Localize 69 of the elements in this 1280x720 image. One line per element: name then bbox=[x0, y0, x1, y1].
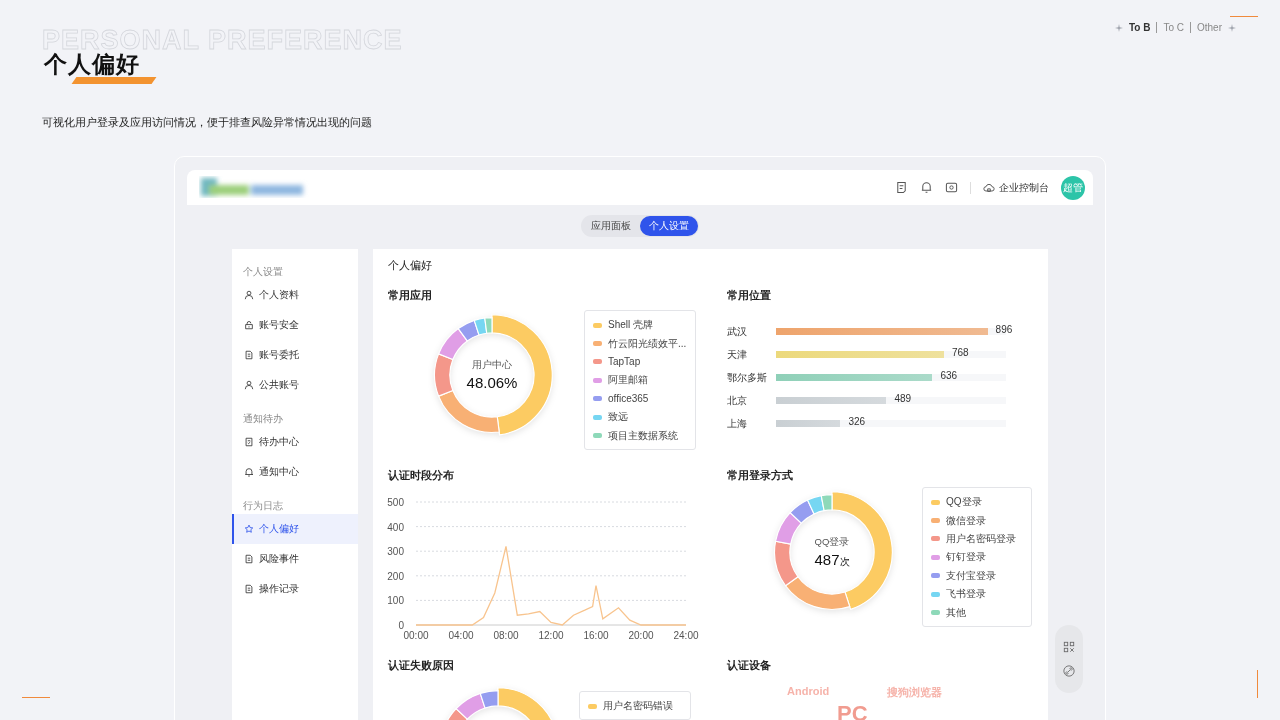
y-tick-label: 500 bbox=[387, 497, 404, 508]
section-title: 认证失败原因 bbox=[388, 659, 455, 673]
donut-center-label: 用户中心 bbox=[472, 359, 512, 372]
donut-center-label: QQ登录 bbox=[814, 535, 850, 549]
city-label: 上海 bbox=[727, 416, 748, 431]
bar-value: 636 bbox=[940, 370, 958, 381]
legend-label: 阿里邮箱 bbox=[608, 373, 648, 388]
y-tick-label: 300 bbox=[387, 546, 404, 558]
word-cloud-term: 搜狗浏览器 bbox=[887, 685, 942, 700]
page-subtitle: 可视化用户登录及应用访问情况，便于排查风险异常情况出现的问题 bbox=[42, 115, 373, 130]
legend-label: 支付宝登录 bbox=[946, 568, 996, 583]
audience-tab[interactable]: To B bbox=[1128, 22, 1151, 33]
section-title: 常用应用 bbox=[388, 289, 433, 303]
sidebar-item[interactable]: 公共账号 bbox=[232, 370, 358, 400]
tab[interactable]: 应用面板 bbox=[582, 216, 640, 236]
sidebar-item[interactable]: 风险事件 bbox=[232, 544, 358, 574]
page-title: 个人偏好 bbox=[44, 53, 140, 76]
donut-center-value: 48.06% bbox=[466, 374, 518, 391]
sidebar-item[interactable]: 操作记录 bbox=[232, 574, 358, 604]
city-label: 北京 bbox=[727, 393, 748, 408]
sidebar-item[interactable]: 账号委托 bbox=[232, 340, 358, 370]
legend-label: 飞书登录 bbox=[946, 587, 986, 602]
legend-label: office365 bbox=[608, 393, 649, 405]
legend-label: 微信登录 bbox=[946, 513, 986, 528]
donut-center-value: 487次 bbox=[814, 550, 850, 569]
sidebar-group-label: 个人设置 bbox=[242, 265, 284, 279]
sidebar-group-label: 通知待办 bbox=[242, 412, 284, 426]
y-tick-label: 100 bbox=[387, 595, 404, 607]
x-tick-label: 08:00 bbox=[493, 630, 519, 641]
y-tick-label: 200 bbox=[387, 570, 404, 582]
section-title: 认证设备 bbox=[727, 659, 772, 673]
x-tick-label: 04:00 bbox=[448, 630, 474, 641]
x-tick-label: 00:00 bbox=[403, 630, 429, 641]
x-tick-label: 20:00 bbox=[628, 630, 654, 641]
legend-label: Shell 壳牌 bbox=[608, 318, 653, 333]
city-label: 天津 bbox=[727, 347, 748, 362]
legend-label: 致远 bbox=[608, 410, 628, 425]
legend-label: 用户名密码登录 bbox=[946, 531, 1016, 546]
legend-label: 项目主数据系统 bbox=[608, 428, 678, 443]
legend-label: 竹云阳光绩效平... bbox=[608, 336, 687, 351]
sidebar-item[interactable]: 个人资料 bbox=[232, 280, 358, 310]
legend-label: 其他 bbox=[946, 605, 966, 620]
legend-label: 用户名密码错误 bbox=[603, 699, 673, 714]
sidebar-item[interactable]: 通知中心 bbox=[232, 457, 358, 487]
x-tick-label: 12:00 bbox=[538, 630, 564, 641]
sidebar-item[interactable]: 待办中心 bbox=[232, 427, 358, 457]
sidebar-item[interactable]: 账号安全 bbox=[232, 310, 358, 340]
sidebar-group-label: 行为日志 bbox=[242, 499, 284, 513]
y-tick-label: 400 bbox=[387, 521, 404, 533]
bar-value: 326 bbox=[848, 416, 866, 427]
legend-label: TapTap bbox=[608, 356, 641, 368]
section-title: 常用登录方式 bbox=[727, 469, 794, 483]
bar-value: 489 bbox=[894, 393, 912, 404]
sidebar-item[interactable]: 个人偏好 bbox=[232, 514, 358, 544]
section-title: 认证时段分布 bbox=[388, 469, 455, 483]
console-button[interactable]: 企业控制台 bbox=[983, 180, 1049, 195]
tab[interactable]: 个人设置 bbox=[640, 216, 698, 236]
x-tick-label: 24:00 bbox=[673, 630, 699, 641]
city-label: 武汉 bbox=[727, 324, 748, 339]
section-title: 常用位置 bbox=[727, 289, 772, 303]
legend-label: 钉钉登录 bbox=[946, 550, 986, 565]
x-tick-label: 16:00 bbox=[583, 630, 609, 641]
bar-value: 768 bbox=[951, 347, 969, 358]
city-label: 鄂尔多斯 bbox=[727, 370, 768, 385]
bar-value: 896 bbox=[995, 324, 1013, 335]
y-tick-label: 0 bbox=[398, 620, 404, 631]
legend-label: QQ登录 bbox=[946, 495, 982, 510]
panel-title: 个人偏好 bbox=[388, 258, 433, 273]
word-cloud-term: Android bbox=[787, 685, 830, 697]
